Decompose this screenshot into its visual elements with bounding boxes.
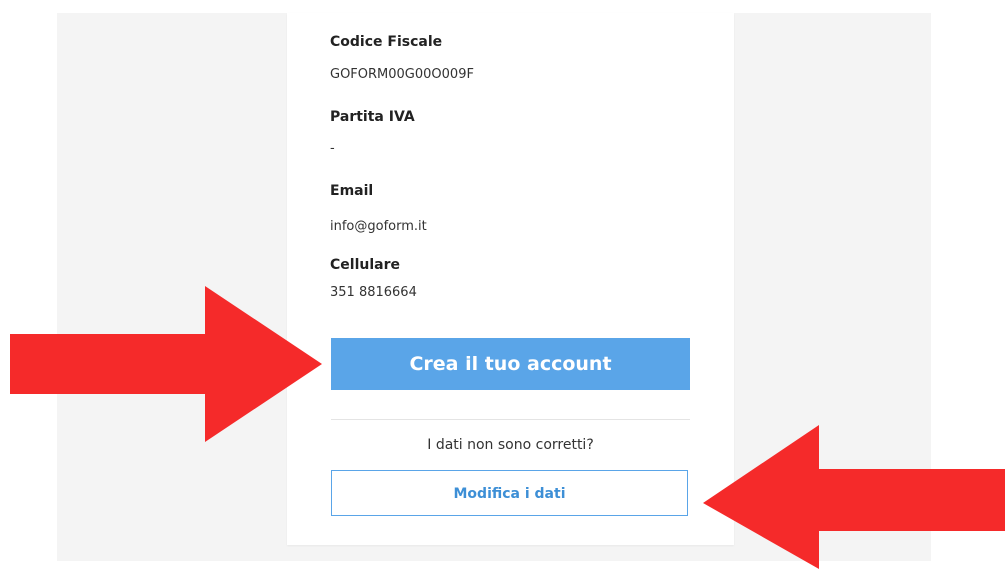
arrow-left-icon bbox=[703, 425, 1005, 569]
email-label: Email bbox=[330, 183, 374, 199]
mobile-value: 351 8816664 bbox=[330, 285, 417, 300]
fiscal-code-label: Codice Fiscale bbox=[330, 34, 443, 50]
email-value: info@goform.it bbox=[330, 219, 427, 234]
edit-data-button[interactable]: Modifica i dati bbox=[331, 470, 688, 516]
vat-value: - bbox=[330, 141, 335, 156]
divider bbox=[331, 419, 690, 420]
incorrect-data-question: I dati non sono corretti? bbox=[427, 437, 594, 453]
mobile-label: Cellulare bbox=[330, 257, 400, 273]
page: Codice Fiscale GOFORM00G00O009F Partita … bbox=[0, 0, 1005, 569]
vat-label: Partita IVA bbox=[330, 109, 415, 125]
create-account-button[interactable]: Crea il tuo account bbox=[331, 338, 690, 390]
registration-summary-card: Codice Fiscale GOFORM00G00O009F Partita … bbox=[287, 13, 734, 545]
arrow-right-icon bbox=[10, 286, 322, 442]
fiscal-code-value: GOFORM00G00O009F bbox=[330, 67, 474, 82]
